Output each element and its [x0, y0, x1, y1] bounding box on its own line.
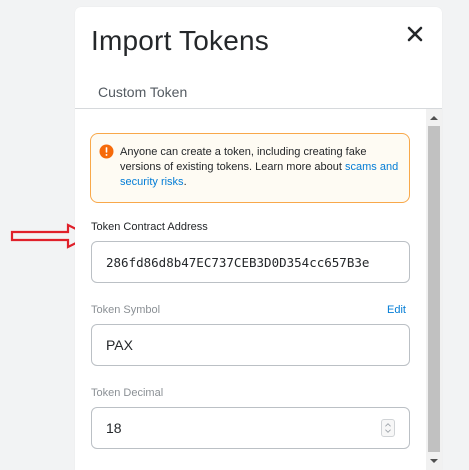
scroll-up-icon[interactable]	[429, 113, 439, 123]
warning-end: .	[183, 176, 187, 188]
scroll-thumb[interactable]	[428, 126, 440, 452]
warning-body: Anyone can create a token, including cre…	[120, 146, 367, 173]
scam-warning-banner: Anyone can create a token, including cre…	[90, 133, 410, 203]
tab-custom-token[interactable]: Custom Token	[98, 84, 187, 100]
contract-address-label: Token Contract Address	[91, 221, 208, 233]
info-warning-icon	[99, 144, 114, 159]
token-decimal-input[interactable]: 18	[91, 407, 410, 449]
custom-token-form: Anyone can create a token, including cre…	[75, 109, 425, 470]
close-icon[interactable]	[404, 23, 426, 45]
edit-symbol-link[interactable]: Edit	[387, 304, 406, 316]
warning-text: Anyone can create a token, including cre…	[120, 145, 405, 190]
scroll-down-icon[interactable]	[429, 456, 439, 466]
scrollbar[interactable]	[426, 109, 442, 470]
token-symbol-input[interactable]: PAX	[91, 324, 410, 366]
contract-address-input[interactable]: 286fd86d8b47EC737CEB3D0D354cc657B3e	[91, 241, 410, 283]
dialog-title: Import Tokens	[91, 25, 269, 56]
import-tokens-dialog: Import Tokens Custom Token Anyone can cr…	[75, 7, 442, 470]
token-decimal-value: 18	[106, 420, 122, 436]
number-spinner-icon[interactable]	[381, 419, 395, 437]
token-symbol-label: Token Symbol	[91, 304, 161, 316]
token-decimal-label: Token Decimal	[91, 387, 164, 399]
